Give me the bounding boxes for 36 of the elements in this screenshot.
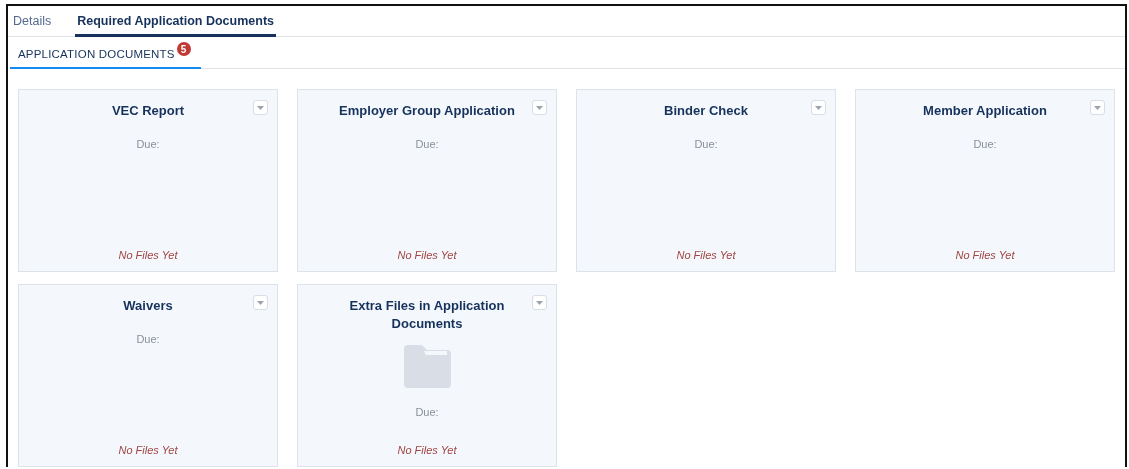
caret-icon (1094, 105, 1101, 110)
due-label: Due: (136, 138, 160, 150)
card-title: VEC Report (111, 102, 185, 120)
caret-icon (257, 300, 264, 305)
files-status: No Files Yet (118, 249, 178, 261)
due-label: Due: (136, 333, 160, 345)
menu-button[interactable] (532, 100, 547, 115)
menu-button[interactable] (1090, 100, 1105, 115)
caret-icon (815, 105, 822, 110)
due-label: Due: (973, 138, 997, 150)
tab[interactable]: Required Application Documents (75, 14, 276, 37)
subtab[interactable]: APPLICATION DOCUMENTS 5 (10, 40, 201, 69)
files-status: No Files Yet (955, 249, 1015, 261)
caret-icon (536, 300, 543, 305)
files-status: No Files Yet (397, 249, 457, 261)
subtab-label: APPLICATION DOCUMENTS (18, 48, 175, 60)
menu-button[interactable] (253, 100, 268, 115)
due-label: Due: (694, 138, 718, 150)
due-label: Due: (415, 406, 439, 418)
folder-icon (403, 345, 451, 388)
menu-button[interactable] (811, 100, 826, 115)
files-status: No Files Yet (118, 444, 178, 456)
card-title: Binder Check (664, 102, 748, 120)
files-status: No Files Yet (397, 444, 457, 456)
card-title: Employer Group Application (339, 102, 515, 120)
files-status: No Files Yet (676, 249, 736, 261)
caret-icon (536, 105, 543, 110)
card-title: Waivers (123, 297, 173, 315)
menu-button[interactable] (532, 295, 547, 310)
card-title: Extra Files in Application Documents (348, 297, 506, 333)
count-badge: 5 (176, 42, 191, 56)
card-title: Member Application (923, 102, 1047, 120)
menu-button[interactable] (253, 295, 268, 310)
due-label: Due: (415, 138, 439, 150)
tab[interactable]: Details (11, 14, 54, 37)
caret-icon (257, 105, 264, 110)
